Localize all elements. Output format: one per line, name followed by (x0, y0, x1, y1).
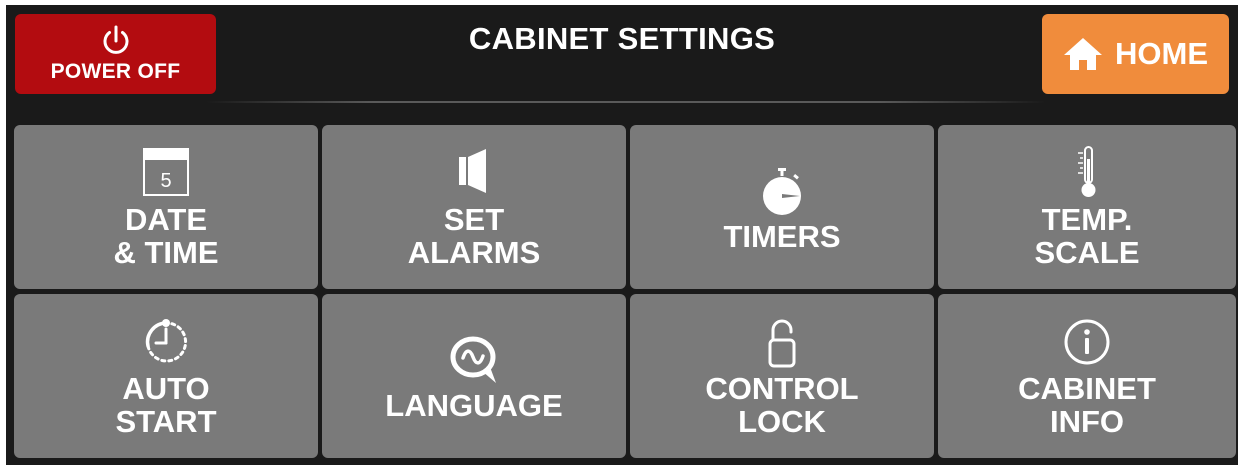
temp-scale-tile[interactable]: TEMP. SCALE (938, 125, 1236, 289)
auto-start-tile[interactable]: AUTO START (14, 294, 318, 458)
set-alarms-tile[interactable]: SET ALARMS (322, 125, 626, 289)
control-lock-label: CONTROL LOCK (705, 371, 859, 439)
stopwatch-icon (763, 167, 801, 215)
header-divider (206, 101, 1046, 103)
cabinet-info-label: CABINET INFO (1018, 371, 1156, 439)
cabinet-info-tile[interactable]: CABINET INFO (938, 294, 1236, 458)
language-label: LANGUAGE (385, 387, 563, 423)
settings-grid: 5 DATE & TIME SET ALARMS TIMERS TEMP. SC… (14, 125, 1236, 458)
settings-screen: POWER OFF CABINET SETTINGS HOME 5 DATE &… (6, 5, 1238, 465)
home-icon (1064, 38, 1102, 70)
temp-scale-label: TEMP. SCALE (1034, 202, 1140, 270)
calendar-icon: 5 (143, 148, 189, 196)
date-time-tile[interactable]: 5 DATE & TIME (14, 125, 318, 289)
language-tile[interactable]: LANGUAGE (322, 294, 626, 458)
info-icon (1064, 319, 1110, 365)
home-button[interactable]: HOME (1042, 14, 1229, 94)
speaker-icon (459, 149, 486, 193)
power-off-label: POWER OFF (50, 60, 181, 83)
timers-label: TIMERS (723, 218, 841, 254)
control-lock-tile[interactable]: CONTROL LOCK (630, 294, 934, 458)
header-bar: POWER OFF CABINET SETTINGS HOME (6, 5, 1238, 110)
timers-tile[interactable]: TIMERS (630, 125, 934, 289)
date-time-label: DATE & TIME (113, 202, 219, 270)
auto-start-label: AUTO START (115, 371, 217, 439)
auto-start-clock-icon (145, 319, 187, 363)
language-bubble-icon (450, 336, 496, 383)
set-alarms-label: SET ALARMS (407, 202, 541, 270)
home-label: HOME (1115, 36, 1208, 71)
thermometer-icon (1078, 146, 1096, 197)
calendar-day: 5 (160, 170, 171, 192)
padlock-icon (768, 319, 796, 368)
